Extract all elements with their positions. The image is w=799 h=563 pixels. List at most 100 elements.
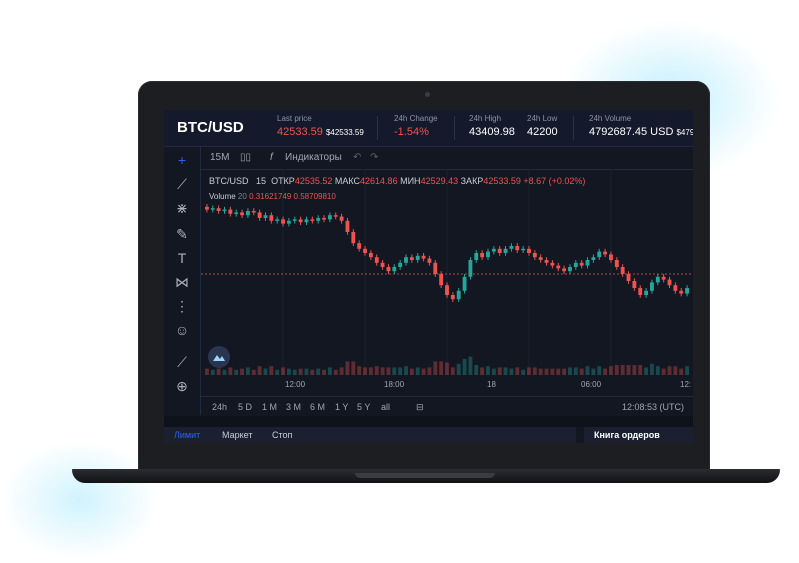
emoji-icon[interactable]: ☺ — [172, 321, 192, 339]
volume-bar — [468, 356, 473, 375]
volume-bar — [614, 365, 619, 375]
candle — [339, 216, 344, 221]
volume-bar — [275, 369, 280, 375]
range-3m[interactable]: 3 M — [286, 402, 301, 412]
candle — [286, 220, 291, 224]
volume-bar — [527, 367, 531, 375]
candle — [245, 211, 250, 216]
legend-high-label: МАКС — [334, 176, 361, 186]
range-all[interactable]: all — [381, 402, 390, 412]
volume-bar — [421, 368, 426, 375]
crosshair-icon[interactable]: + — [172, 151, 192, 169]
volume-bar — [515, 367, 520, 375]
volume-bar — [685, 366, 689, 375]
candle — [380, 262, 385, 267]
tab-market[interactable]: Маркет — [222, 430, 252, 440]
candle — [257, 212, 262, 218]
volume-bar — [521, 369, 526, 375]
zoom-in-icon[interactable]: ⊕ — [172, 377, 192, 395]
volume-bar — [538, 368, 543, 375]
candle — [597, 251, 602, 258]
redo-icon[interactable]: ↷ — [370, 152, 378, 163]
volume-bar — [620, 365, 625, 375]
volume-bar — [222, 369, 227, 375]
candle — [374, 257, 379, 263]
volume-bar — [491, 368, 496, 375]
candle — [263, 215, 268, 218]
volume-bar — [269, 366, 274, 375]
range-1y[interactable]: 1 Y — [335, 402, 348, 412]
order-form-tabs: Лимит Маркет Стоп — [164, 427, 576, 443]
volume-bar — [579, 368, 584, 375]
tab-limit[interactable]: Лимит — [174, 430, 200, 440]
volume-bar — [603, 368, 608, 375]
background-glow — [0, 440, 160, 560]
volume-bar — [597, 366, 602, 375]
ruler-icon[interactable]: ⟋ — [172, 353, 192, 371]
candle — [609, 254, 613, 260]
candle — [409, 257, 414, 260]
stat-24h-change: 24h Change -1.54% — [394, 114, 438, 138]
volume-bar — [404, 366, 408, 375]
volume-bar — [632, 365, 637, 375]
volume-period: 20 — [237, 192, 247, 201]
drawing-toolbar: + ⟋ ⋇ ✎ T ⋈ ⋮ ☺ ⟋ ⊕ — [164, 147, 201, 415]
undo-icon[interactable]: ↶ — [353, 152, 361, 163]
candle — [620, 267, 625, 274]
indicators-icon[interactable]: f — [270, 152, 273, 163]
candle — [368, 253, 373, 258]
pattern-icon[interactable]: ⋈ — [172, 273, 192, 291]
trendline-icon[interactable]: ⟋ — [172, 175, 192, 193]
candle — [573, 262, 578, 267]
range-5d[interactable]: 5 D — [238, 402, 252, 412]
volume-bar — [228, 367, 233, 375]
tab-stop[interactable]: Стоп — [272, 430, 292, 440]
text-icon[interactable]: T — [172, 249, 192, 267]
calendar-icon[interactable]: ⊟ — [416, 402, 424, 413]
candle — [685, 288, 689, 294]
candle — [503, 248, 508, 253]
candle — [480, 253, 485, 258]
legend-low: 42529.43 — [420, 176, 459, 186]
range-1m[interactable]: 1 M — [262, 402, 277, 412]
volume-bar — [439, 361, 444, 375]
stat-sub: $4792 — [676, 128, 693, 137]
volume-bar — [462, 359, 467, 375]
x-tick: 12:00 — [285, 380, 306, 389]
range-24h[interactable]: 24h — [212, 402, 227, 412]
stat-label: 24h Low — [527, 114, 558, 123]
range-6m[interactable]: 6 M — [310, 402, 325, 412]
volume-label: Volume — [209, 192, 236, 201]
candle — [205, 206, 209, 210]
range-5y[interactable]: 5 Y — [357, 402, 370, 412]
volume-bar — [386, 367, 391, 375]
candle — [673, 285, 678, 291]
volume-bar — [339, 367, 344, 375]
interval-button[interactable]: 15M — [210, 152, 229, 163]
volume-bar — [679, 368, 684, 375]
volume-bar — [304, 368, 309, 375]
order-book-panel: Книга ордеров — [584, 427, 693, 443]
candle — [626, 274, 631, 281]
candle — [544, 260, 549, 263]
brush-icon[interactable]: ✎ — [172, 225, 192, 243]
fib-icon[interactable]: ⋇ — [172, 199, 192, 217]
candle — [532, 253, 537, 258]
stat-value: 4792687.45 USD — [589, 126, 674, 138]
volume-bar — [568, 367, 572, 375]
candles-icon[interactable]: ▯▯ — [240, 152, 251, 163]
candle — [614, 260, 619, 267]
indicators-button[interactable]: Индикаторы — [285, 152, 342, 163]
legend-low-label: МИН — [400, 176, 421, 186]
volume-bar — [509, 368, 514, 375]
pair-title[interactable]: BTC/USD — [177, 119, 244, 136]
volume-bar — [550, 368, 555, 375]
volume-bar — [433, 361, 438, 375]
price-chart[interactable] — [201, 170, 693, 410]
candle — [515, 246, 520, 251]
candle — [357, 243, 362, 249]
measure-lines-icon[interactable]: ⋮ — [172, 297, 192, 315]
stat-sub: $42533.59 — [325, 128, 364, 137]
stat-label: 24h Change — [394, 114, 438, 123]
candle — [521, 248, 526, 251]
